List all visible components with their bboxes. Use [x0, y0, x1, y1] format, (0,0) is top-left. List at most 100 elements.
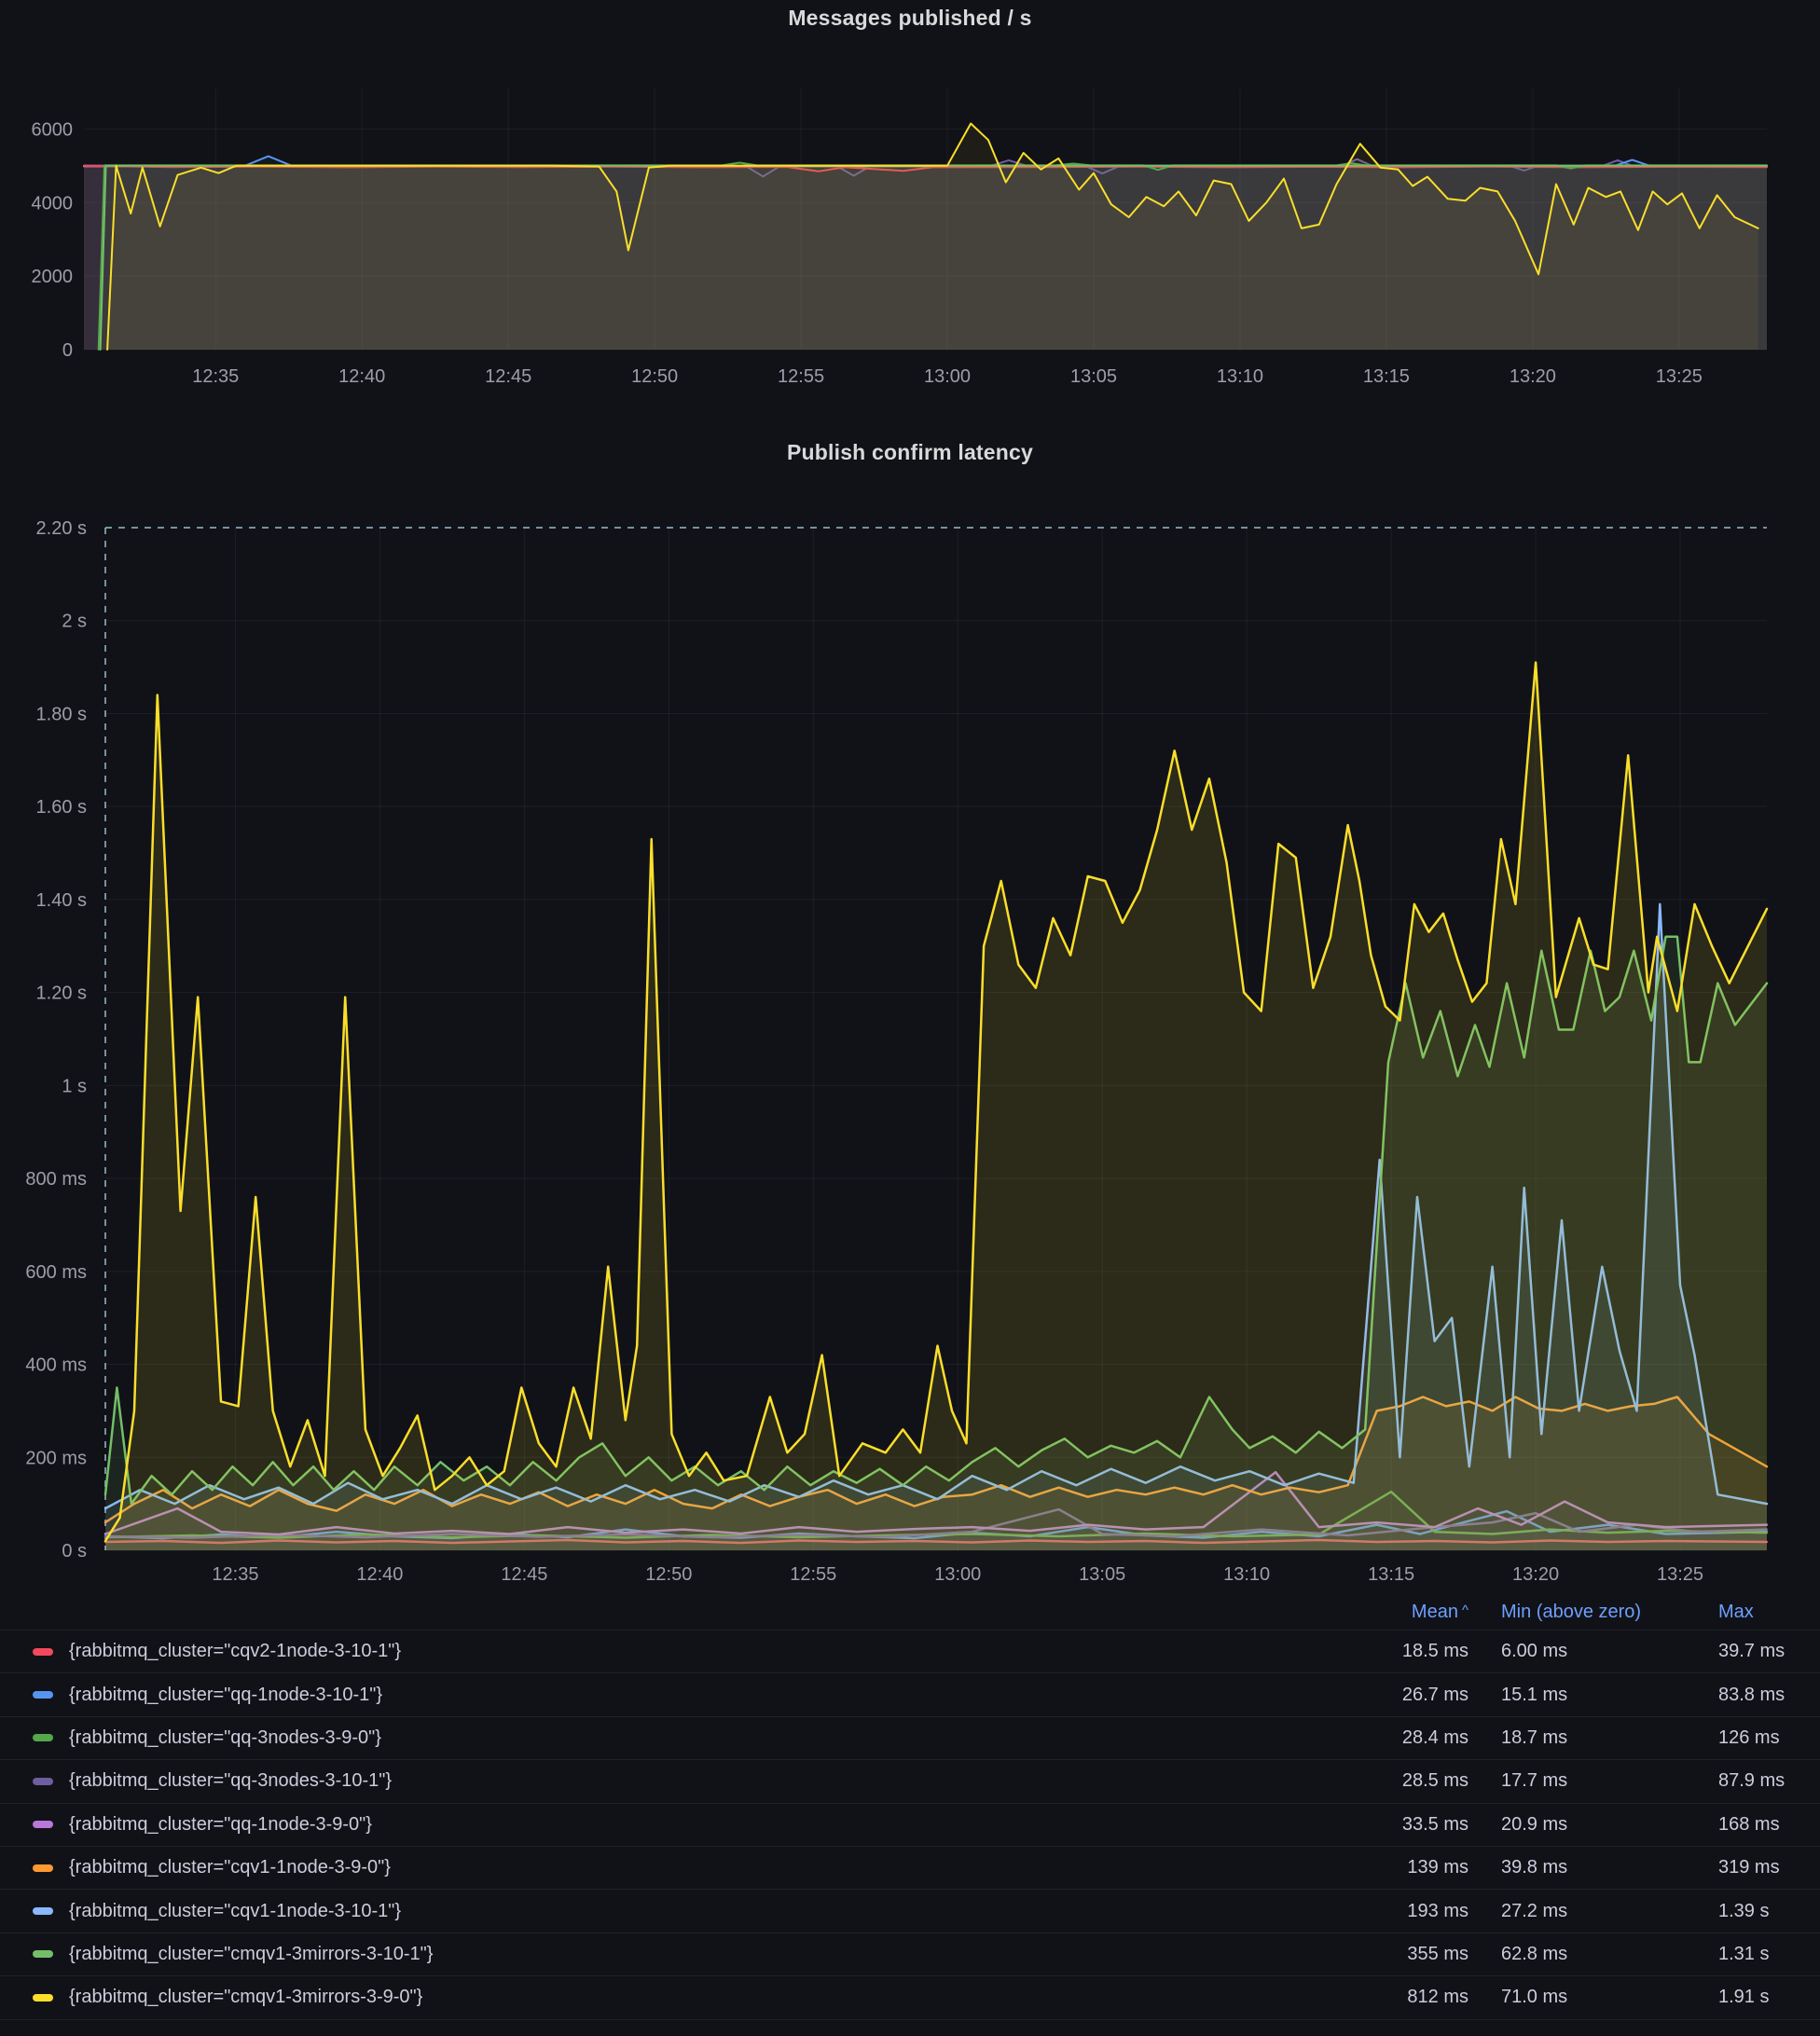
series-max-value: 83.8 ms: [1718, 1685, 1820, 1706]
sort-ascending-icon: ^: [1462, 1603, 1468, 1618]
x-axis-tick-label: 12:35: [192, 366, 239, 387]
series-mean-value: 18.5 ms: [1357, 1641, 1468, 1662]
series-color-swatch[interactable]: [33, 1907, 53, 1915]
y-axis-tick-label: 800 ms: [25, 1169, 87, 1190]
series-label[interactable]: {rabbitmq_cluster="qq-3nodes-3-9-0"}: [69, 1727, 1357, 1749]
series-label[interactable]: {rabbitmq_cluster="qq-1node-3-10-1"}: [69, 1685, 1357, 1706]
y-axis-tick-label: 2.20 s: [36, 518, 87, 539]
x-axis-tick-label: 13:10: [1217, 366, 1263, 387]
series-label[interactable]: {rabbitmq_cluster="cmqv1-3mirrors-3-9-0"…: [69, 1987, 1357, 2008]
y-axis-tick-label: 400 ms: [25, 1355, 87, 1376]
y-axis-tick-label: 2000: [32, 267, 74, 287]
series-min-value: 18.7 ms: [1501, 1727, 1718, 1749]
x-axis-tick-label: 12:50: [631, 366, 678, 387]
publish-confirm-latency-chart[interactable]: 12:3512:4012:4512:5012:5513:0013:0513:10…: [0, 466, 1820, 1590]
series-max-value: 319 ms: [1718, 1857, 1820, 1878]
x-axis-tick-label: 13:00: [934, 1564, 981, 1585]
x-axis-tick-label: 13:20: [1512, 1564, 1559, 1585]
series-max-value: 39.7 ms: [1718, 1641, 1820, 1662]
x-axis-tick-label: 13:25: [1657, 1564, 1703, 1585]
series-color-swatch[interactable]: [33, 1864, 53, 1872]
x-axis-tick-label: 12:50: [645, 1564, 692, 1585]
x-axis-tick-label: 13:05: [1070, 366, 1117, 387]
series-color-swatch[interactable]: [33, 1648, 53, 1656]
series-color-swatch[interactable]: [33, 1821, 53, 1828]
series-max-value: 87.9 ms: [1718, 1770, 1820, 1792]
legend-row[interactable]: {rabbitmq_cluster="cqv2-1node-3-10-1"} 1…: [0, 1630, 1820, 1672]
y-axis-tick-label: 0 s: [62, 1541, 87, 1561]
series-label[interactable]: {rabbitmq_cluster="cmqv1-3mirrors-3-10-1…: [69, 1944, 1357, 1965]
series-mean-value: 28.4 ms: [1357, 1727, 1468, 1749]
x-axis-tick-label: 13:00: [924, 366, 971, 387]
series-color-swatch[interactable]: [33, 1691, 53, 1699]
legend-bottom-divider: [0, 2019, 1820, 2020]
series-min-value: 15.1 ms: [1501, 1685, 1718, 1706]
legend-header-row: Mean^ Min (above zero) Max: [0, 1594, 1820, 1630]
x-axis-tick-label: 12:55: [778, 366, 824, 387]
series-label[interactable]: {rabbitmq_cluster="qq-1node-3-9-0"}: [69, 1814, 1357, 1836]
y-axis-tick-label: 1.20 s: [36, 984, 87, 1004]
y-axis-tick-label: 1.60 s: [36, 797, 87, 818]
x-axis-tick-label: 13:05: [1079, 1564, 1125, 1585]
x-axis-tick-label: 12:40: [356, 1564, 403, 1585]
series-min-value: 20.9 ms: [1501, 1814, 1718, 1836]
y-axis-tick-label: 600 ms: [25, 1262, 87, 1283]
x-axis-tick-label: 13:15: [1363, 366, 1410, 387]
legend-row[interactable]: {rabbitmq_cluster="qq-1node-3-9-0"} 33.5…: [0, 1803, 1820, 1846]
series-color-swatch[interactable]: [33, 1994, 53, 2002]
series-max-value: 126 ms: [1718, 1727, 1820, 1749]
dashboard: Messages published / s 12:3512:4012:4512…: [0, 0, 1820, 2036]
series-label[interactable]: {rabbitmq_cluster="cqv2-1node-3-10-1"}: [69, 1641, 1357, 1662]
series-mean-value: 812 ms: [1357, 1987, 1468, 2008]
legend-row[interactable]: {rabbitmq_cluster="qq-3nodes-3-9-0"} 28.…: [0, 1716, 1820, 1759]
messages-published-chart[interactable]: 12:35 12:40 12:45 12:50 12:55 13:00 13:05 13:10…: [0, 0, 1820, 438]
series-color-swatch[interactable]: [33, 1778, 53, 1785]
y-axis-tick-label: 1.40 s: [36, 890, 87, 911]
series-min-value: 27.2 ms: [1501, 1901, 1718, 1922]
y-axis-tick-label: 2 s: [62, 612, 87, 632]
series-mean-value: 355 ms: [1357, 1944, 1468, 1965]
series-min-value: 39.8 ms: [1501, 1857, 1718, 1878]
x-axis-tick-label: 13:25: [1656, 366, 1703, 387]
x-axis-tick-label: 12:40: [338, 366, 385, 387]
legend-row[interactable]: {rabbitmq_cluster="cmqv1-3mirrors-3-9-0"…: [0, 1975, 1820, 2018]
legend-column-mean[interactable]: Mean^: [1357, 1602, 1468, 1623]
legend-row[interactable]: {rabbitmq_cluster="qq-3nodes-3-10-1"} 28…: [0, 1759, 1820, 1802]
x-axis-tick-label: 12:45: [485, 366, 531, 387]
legend-table: Mean^ Min (above zero) Max {rabbitmq_clu…: [0, 1594, 1820, 2020]
legend-row[interactable]: {rabbitmq_cluster="cmqv1-3mirrors-3-10-1…: [0, 1933, 1820, 1975]
legend-row[interactable]: {rabbitmq_cluster="qq-1node-3-10-1"} 26.…: [0, 1672, 1820, 1715]
series-label[interactable]: {rabbitmq_cluster="qq-3nodes-3-10-1"}: [69, 1770, 1357, 1792]
series-label[interactable]: {rabbitmq_cluster="cqv1-1node-3-9-0"}: [69, 1857, 1357, 1878]
series-label[interactable]: {rabbitmq_cluster="cqv1-1node-3-10-1"}: [69, 1901, 1357, 1922]
series-mean-value: 139 ms: [1357, 1857, 1468, 1878]
legend-row[interactable]: {rabbitmq_cluster="cqv1-1node-3-9-0"} 13…: [0, 1846, 1820, 1889]
series-color-swatch[interactable]: [33, 1734, 53, 1741]
x-axis-tick-label: 13:10: [1223, 1564, 1270, 1585]
series-mean-value: 193 ms: [1357, 1901, 1468, 1922]
series-mean-value: 26.7 ms: [1357, 1685, 1468, 1706]
legend-row[interactable]: {rabbitmq_cluster="cqv1-1node-3-10-1"} 1…: [0, 1889, 1820, 1932]
legend-column-min-above-zero[interactable]: Min (above zero): [1501, 1602, 1718, 1623]
y-axis-tick-label: 1.80 s: [36, 704, 87, 724]
series-max-value: 1.91 s: [1718, 1987, 1820, 2008]
y-axis-tick-label: 200 ms: [25, 1448, 87, 1468]
y-axis-tick-label: 6000: [32, 119, 74, 140]
x-axis-tick-label: 13:20: [1510, 366, 1556, 387]
series-min-value: 6.00 ms: [1501, 1641, 1718, 1662]
series-min-value: 17.7 ms: [1501, 1770, 1718, 1792]
series-mean-value: 28.5 ms: [1357, 1770, 1468, 1792]
panel-title-publish-confirm-latency[interactable]: Publish confirm latency: [0, 440, 1820, 465]
y-axis-tick-label: 0: [62, 340, 73, 361]
y-axis-tick-label: 1 s: [62, 1076, 87, 1096]
series-max-value: 1.39 s: [1718, 1901, 1820, 1922]
series-max-value: 168 ms: [1718, 1814, 1820, 1836]
x-axis-tick-label: 12:55: [790, 1564, 836, 1585]
series-line-qq-1node-3-10-1: [84, 157, 1767, 166]
x-axis-tick-label: 12:45: [501, 1564, 547, 1585]
series-mean-value: 33.5 ms: [1357, 1814, 1468, 1836]
series-color-swatch[interactable]: [33, 1950, 53, 1958]
series-max-value: 1.31 s: [1718, 1944, 1820, 1965]
y-axis-tick-label: 4000: [32, 193, 74, 213]
legend-column-max[interactable]: Max: [1718, 1602, 1820, 1623]
